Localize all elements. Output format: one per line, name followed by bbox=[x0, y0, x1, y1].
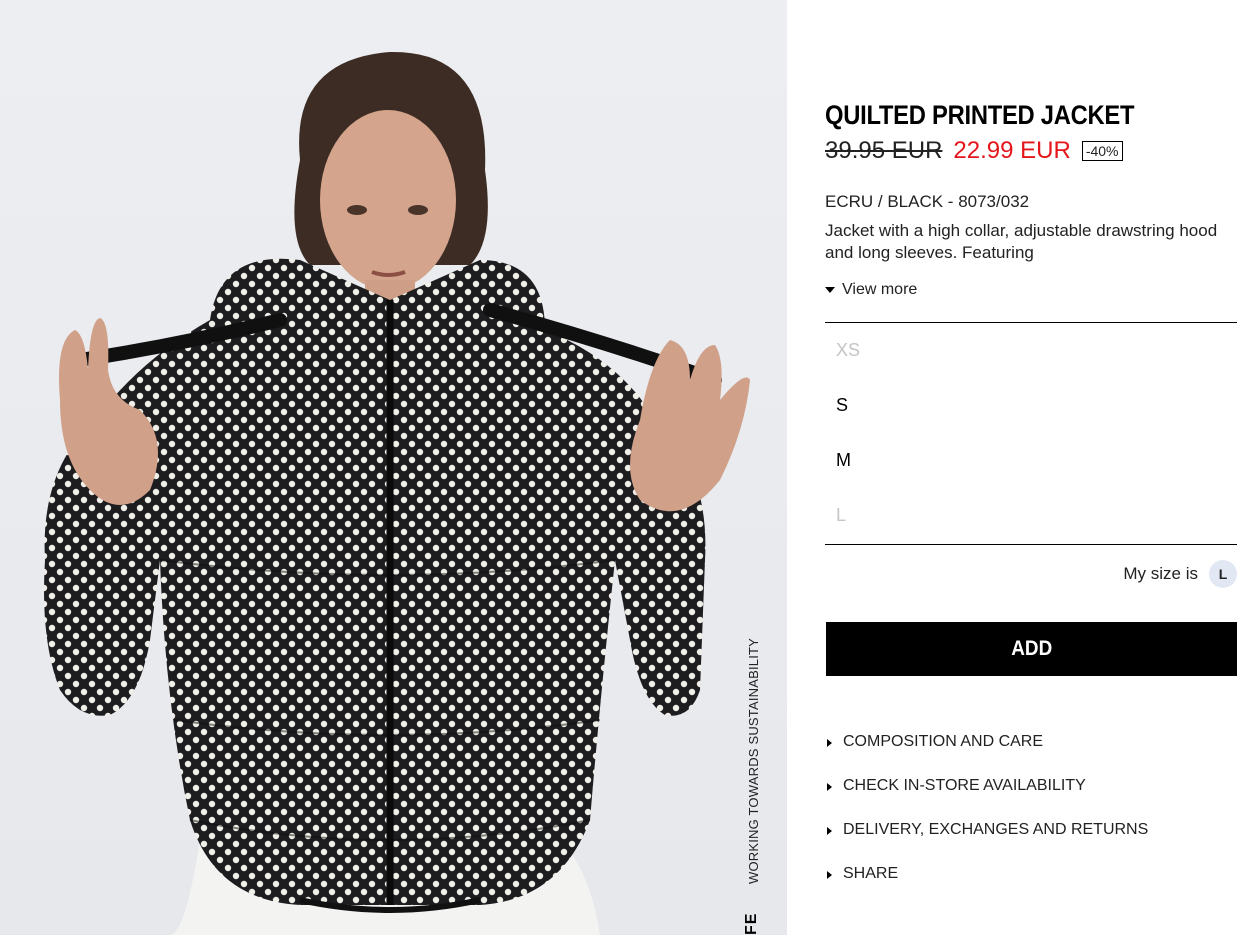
size-option-l[interactable]: L bbox=[825, 488, 1237, 543]
sustainability-label: WORKING TOWARDS SUSTAINABILITY bbox=[746, 637, 761, 884]
brand-label: FE bbox=[743, 912, 760, 935]
price-row: 39.95 EUR 22.99 EUR -40% bbox=[825, 137, 1123, 165]
sale-price: 22.99 EUR bbox=[953, 137, 1071, 164]
caret-down-icon bbox=[825, 287, 835, 293]
caret-right-icon bbox=[827, 783, 832, 791]
size-option-m[interactable]: M bbox=[825, 433, 1237, 488]
caret-right-icon bbox=[827, 739, 832, 747]
check-store-availability-link[interactable]: CHECK IN-STORE AVAILABILITY bbox=[825, 777, 1148, 821]
link-label: COMPOSITION AND CARE bbox=[843, 733, 1044, 750]
link-label: CHECK IN-STORE AVAILABILITY bbox=[843, 777, 1086, 794]
my-size-badge[interactable]: L bbox=[1209, 560, 1237, 588]
my-size-recommendation[interactable]: My size is L bbox=[1123, 560, 1237, 588]
product-image[interactable]: WORKING TOWARDS SUSTAINABILITY FE bbox=[0, 0, 787, 935]
product-title: QUILTED PRINTED JACKET bbox=[825, 100, 1135, 130]
product-description: Jacket with a high collar, adjustable dr… bbox=[825, 221, 1218, 262]
caret-right-icon bbox=[827, 827, 832, 835]
add-button-label: ADD bbox=[1011, 637, 1052, 660]
info-links: COMPOSITION AND CARE CHECK IN-STORE AVAI… bbox=[825, 733, 1148, 909]
view-more-toggle[interactable]: View more bbox=[825, 281, 917, 299]
link-label: DELIVERY, EXCHANGES AND RETURNS bbox=[843, 821, 1149, 838]
link-label: SHARE bbox=[843, 865, 899, 882]
view-more-label: View more bbox=[842, 281, 918, 298]
delivery-returns-link[interactable]: DELIVERY, EXCHANGES AND RETURNS bbox=[825, 821, 1148, 865]
composition-and-care-link[interactable]: COMPOSITION AND CARE bbox=[825, 733, 1148, 777]
size-option-s[interactable]: S bbox=[825, 378, 1237, 433]
old-price: 39.95 EUR bbox=[825, 137, 943, 164]
caret-right-icon bbox=[827, 871, 832, 879]
size-selector: XS S M L bbox=[825, 323, 1237, 543]
color-reference: ECRU / BLACK - 8073/032 bbox=[825, 192, 1030, 211]
add-to-cart-button[interactable]: ADD bbox=[826, 622, 1237, 676]
discount-badge: -40% bbox=[1081, 141, 1123, 161]
my-size-label: My size is bbox=[1123, 564, 1198, 583]
size-option-xs[interactable]: XS bbox=[825, 323, 1237, 378]
share-link[interactable]: SHARE bbox=[825, 865, 1148, 909]
size-list-bottom-divider bbox=[825, 544, 1237, 545]
model-photo bbox=[44, 51, 750, 935]
